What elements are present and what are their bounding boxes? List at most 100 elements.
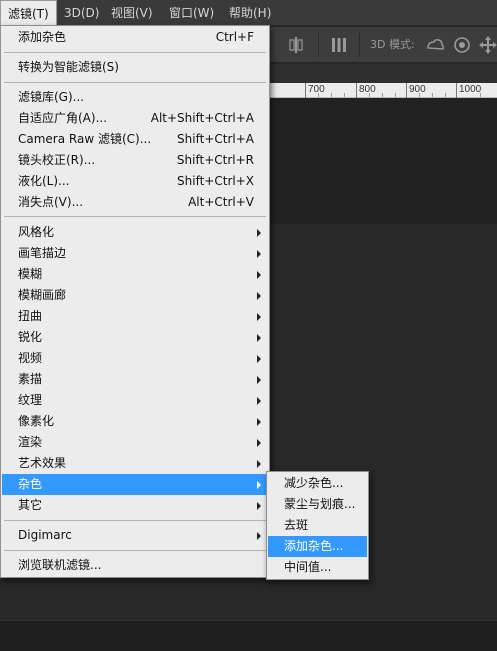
- menu-item-distort[interactable]: 扭曲: [2, 306, 268, 327]
- menu-item-shortcut: Alt+Ctrl+V: [188, 195, 254, 209]
- menu-item-label: 渲染: [18, 435, 43, 449]
- 3d-roll-icon[interactable]: [451, 34, 473, 56]
- menu-item-liquify[interactable]: 液化(L)... Shift+Ctrl+X: [2, 171, 268, 192]
- menu-item-sketch[interactable]: 素描: [2, 369, 268, 390]
- menu-item-label: 视频: [18, 351, 43, 365]
- menu-item-lens-correction[interactable]: 镜头校正(R)... Shift+Ctrl+R: [2, 150, 268, 171]
- ruler-minor-tick: [432, 93, 433, 97]
- submenu-arrow-icon: [257, 397, 261, 405]
- menu-item-label: 纹理: [18, 393, 43, 407]
- menu-item-adaptive-wide-angle[interactable]: 自适应广角(A)... Alt+Shift+Ctrl+A: [2, 108, 268, 129]
- menu-separator: [4, 216, 266, 217]
- menu-item-digimarc[interactable]: Digimarc: [2, 525, 268, 546]
- menu-item-label: 其它: [18, 498, 43, 512]
- menu-item-sharpen[interactable]: 锐化: [2, 327, 268, 348]
- menu-item-brush-strokes[interactable]: 画笔描边: [2, 243, 268, 264]
- submenu-item-dust-and-scratches[interactable]: 蒙尘与划痕...: [268, 494, 367, 515]
- menu-item-browse-online-filters[interactable]: 浏览联机滤镜...: [2, 555, 268, 576]
- menu-item-shortcut: Shift+Ctrl+R: [176, 153, 254, 167]
- menu-item-label: 液化(L)...: [18, 174, 70, 188]
- menu-item-shortcut: Alt+Shift+Ctrl+A: [150, 111, 254, 125]
- ruler-minor-tick: [395, 93, 396, 97]
- ruler-label: 800: [359, 84, 376, 95]
- menu-item-pixelate[interactable]: 像素化: [2, 411, 268, 432]
- menu-item-filter-gallery[interactable]: 滤镜库(G)...: [2, 87, 268, 108]
- menu-item-shortcut: Shift+Ctrl+X: [177, 174, 254, 188]
- 3d-pan-icon[interactable]: [477, 34, 497, 56]
- menu-item-label: 锐化: [18, 330, 43, 344]
- menu-item-label: 浏览联机滤镜...: [18, 558, 102, 572]
- ruler-minor-tick: [369, 93, 370, 97]
- submenu-arrow-icon: [257, 292, 261, 300]
- ruler-minor-tick: [318, 93, 319, 97]
- options-separator: [318, 33, 319, 57]
- submenu-arrow-icon: [257, 460, 261, 468]
- submenu-arrow-icon: [257, 481, 261, 489]
- menu-item-label: 转换为智能滤镜(S): [18, 60, 119, 74]
- horizontal-ruler: 700 800 900 1000: [270, 83, 497, 98]
- ruler-label: 1000: [459, 84, 482, 95]
- ruler-minor-tick: [480, 93, 481, 97]
- menu-item-label: 画笔描边: [18, 246, 67, 260]
- menu-item-label: Camera Raw 滤镜(C)...: [18, 132, 152, 146]
- submenu-arrow-icon: [257, 376, 261, 384]
- menu-item-label: 艺术效果: [18, 456, 67, 470]
- submenu-arrow-icon: [257, 355, 261, 363]
- submenu-arrow-icon: [257, 418, 261, 426]
- menu-item-label: 像素化: [18, 414, 55, 428]
- menu-item-shortcut: Shift+Ctrl+A: [177, 132, 254, 146]
- menu-item-video[interactable]: 视频: [2, 348, 268, 369]
- submenu-arrow-icon: [257, 532, 261, 540]
- menu-item-label: 杂色: [18, 477, 43, 491]
- menu-item-vanishing-point[interactable]: 消失点(V)... Alt+Ctrl+V: [2, 192, 268, 213]
- submenu-item-median[interactable]: 中间值...: [268, 557, 367, 578]
- menu-item-label: 扭曲: [18, 309, 43, 323]
- ruler-minor-tick: [344, 93, 345, 97]
- submenu-arrow-icon: [257, 334, 261, 342]
- menu-item-label: 模糊: [18, 267, 43, 281]
- menu-item-stylize[interactable]: 风格化: [2, 222, 268, 243]
- submenu-item-despeckle[interactable]: 去斑: [268, 515, 367, 536]
- ruler-minor-tick: [331, 93, 332, 97]
- ruler-label: 900: [409, 84, 426, 95]
- menu-3d[interactable]: 3D(D): [57, 0, 106, 26]
- submenu-arrow-icon: [257, 271, 261, 279]
- menu-separator: [4, 550, 266, 551]
- menu-item-label: Digimarc: [18, 528, 72, 542]
- distribute-icon[interactable]: [328, 34, 350, 56]
- ruler-minor-tick: [419, 93, 420, 97]
- menu-item-label: 模糊画廊: [18, 288, 67, 302]
- menu-item-blur[interactable]: 模糊: [2, 264, 268, 285]
- menu-item-artistic[interactable]: 艺术效果: [2, 453, 268, 474]
- menu-item-other[interactable]: 其它: [2, 495, 268, 516]
- menu-item-noise[interactable]: 杂色: [2, 474, 268, 495]
- menu-item-convert-smart-filter[interactable]: 转换为智能滤镜(S): [2, 57, 268, 78]
- menu-item-camera-raw[interactable]: Camera Raw 滤镜(C)... Shift+Ctrl+A: [2, 129, 268, 150]
- options-separator: [359, 33, 360, 57]
- menu-separator: [4, 520, 266, 521]
- align-center-icon[interactable]: [285, 34, 307, 56]
- 3d-orbit-icon[interactable]: [424, 34, 446, 56]
- ruler-minor-tick: [445, 93, 446, 97]
- menu-item-blur-gallery[interactable]: 模糊画廊: [2, 285, 268, 306]
- menu-item-texture[interactable]: 纹理: [2, 390, 268, 411]
- submenu-arrow-icon: [257, 229, 261, 237]
- menu-item-shortcut: Ctrl+F: [215, 30, 254, 44]
- submenu-arrow-icon: [257, 439, 261, 447]
- menu-item-label: 镜头校正(R)...: [18, 153, 96, 167]
- submenu-item-reduce-noise[interactable]: 减少杂色...: [268, 473, 367, 494]
- status-bar: [0, 620, 497, 651]
- menu-separator: [4, 82, 266, 83]
- menu-item-label: 添加杂色: [18, 30, 67, 44]
- filter-menu: 添加杂色 Ctrl+F 转换为智能滤镜(S) 滤镜库(G)... 自适应广角(A…: [0, 25, 270, 578]
- ruler-tick: [356, 83, 357, 98]
- submenu-item-add-noise[interactable]: 添加杂色...: [268, 536, 367, 557]
- menu-item-render[interactable]: 渲染: [2, 432, 268, 453]
- menu-view[interactable]: 视图(V): [104, 0, 160, 26]
- menu-help[interactable]: 帮助(H): [222, 0, 278, 26]
- menu-window[interactable]: 窗口(W): [162, 0, 221, 26]
- menu-item-last-filter[interactable]: 添加杂色 Ctrl+F: [2, 27, 268, 48]
- menu-separator: [4, 52, 266, 53]
- menu-filter[interactable]: 滤镜(T): [0, 0, 57, 26]
- submenu-arrow-icon: [257, 250, 261, 258]
